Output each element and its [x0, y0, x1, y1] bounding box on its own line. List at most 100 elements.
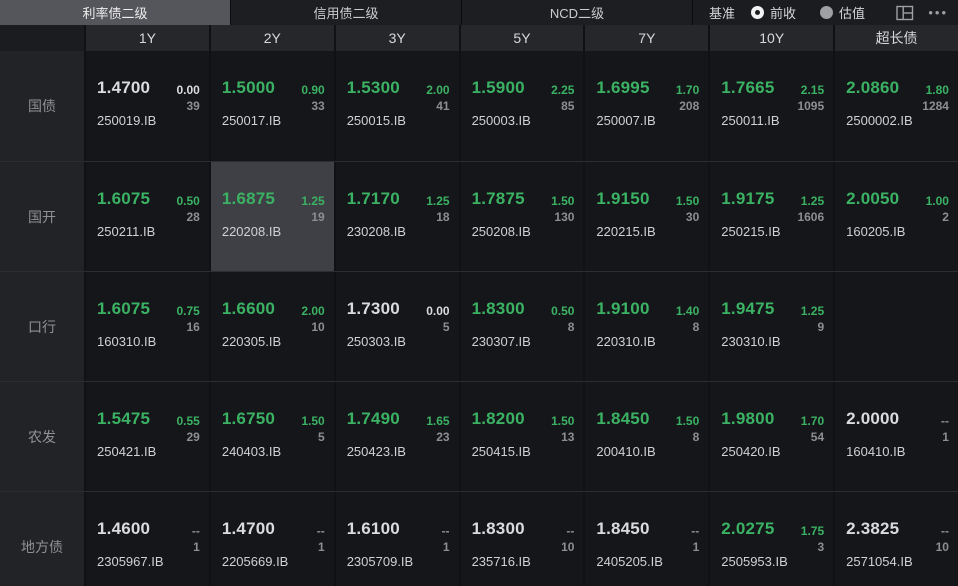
bond-vol: 2: [942, 210, 949, 224]
bond-code: 2500002.IB: [846, 113, 913, 128]
bond-code: 250208.IB: [472, 224, 531, 239]
rates-trading-panel: 利率债二级 信用债二级 NCD二级 基准 前收 估值 ••• 1: [0, 0, 958, 586]
bond-chg: 0.90: [301, 83, 324, 97]
bond-rate: 1.6995: [596, 78, 649, 98]
bond-rate: 1.6750: [222, 409, 275, 429]
bond-vol: 1: [942, 430, 949, 444]
bond-cell[interactable]: 1.71701.2518230208.IB: [334, 162, 459, 271]
tab-ncd-secondary[interactable]: NCD二级: [462, 0, 693, 25]
bond-code: 220215.IB: [596, 224, 655, 239]
bond-code: 250011.IB: [721, 113, 779, 128]
layout-panels-icon[interactable]: [896, 5, 914, 21]
bond-cell[interactable]: 1.53002.0041250015.IB: [334, 51, 459, 161]
bond-cell[interactable]: 1.83000.508230307.IB: [459, 272, 584, 381]
bond-chg: 1.70: [801, 414, 824, 428]
bond-vol: 39: [186, 99, 199, 113]
bond-cell[interactable]: 2.08601.8012842500002.IB: [833, 51, 958, 161]
bond-cell[interactable]: 1.82001.5013250415.IB: [459, 382, 584, 491]
bond-vol: 1: [318, 540, 325, 554]
bond-cell[interactable]: 1.98001.7054250420.IB: [708, 382, 833, 491]
bond-rate: 1.6875: [222, 189, 275, 209]
bond-cell[interactable]: 2.00501.002160205.IB: [833, 162, 958, 271]
radio-prev-close-label: 前收: [770, 3, 796, 22]
bond-cell[interactable]: 1.47000.0039250019.IB: [84, 51, 209, 161]
bond-cell[interactable]: 1.60750.7516160310.IB: [84, 272, 209, 381]
bond-vol: 13: [561, 430, 574, 444]
bond-vol: 10: [561, 540, 574, 554]
bond-cell[interactable]: 2.3825--102571054.IB: [833, 492, 958, 586]
radio-button-icon: [820, 6, 833, 19]
bond-vol: 1: [693, 540, 700, 554]
bond-vol: 8: [693, 430, 700, 444]
bond-code: 2405205.IB: [596, 554, 663, 569]
bond-vol: 18: [436, 210, 449, 224]
bond-chg: 2.00: [426, 83, 449, 97]
bond-cell[interactable]: 1.4700--12205669.IB: [209, 492, 334, 586]
tab-credit-secondary[interactable]: 信用债二级: [231, 0, 462, 25]
bond-chg: --: [566, 524, 574, 538]
bond-cell[interactable]: 1.69951.70208250007.IB: [583, 51, 708, 161]
bond-cell[interactable]: 1.84501.508200410.IB: [583, 382, 708, 491]
bond-rate: 1.8300: [472, 519, 525, 539]
bond-cell[interactable]: 1.74901.6523250423.IB: [334, 382, 459, 491]
bond-chg: 2.25: [551, 83, 574, 97]
bond-cell[interactable]: 1.78751.50130250208.IB: [459, 162, 584, 271]
bond-rate: 1.7300: [347, 299, 400, 319]
bond-cell[interactable]: 1.66002.0010220305.IB: [209, 272, 334, 381]
bond-vol: 130: [554, 210, 574, 224]
bond-cell[interactable]: 1.91751.251606250215.IB: [708, 162, 833, 271]
bond-rate: 1.6075: [97, 189, 150, 209]
bond-rate: 1.9175: [721, 189, 774, 209]
row-label: 农发: [0, 382, 84, 491]
bond-code: 160310.IB: [97, 334, 156, 349]
bond-code: 220305.IB: [222, 334, 281, 349]
bond-chg: --: [192, 524, 200, 538]
bond-code: 2305967.IB: [97, 554, 164, 569]
bond-code: 250303.IB: [347, 334, 406, 349]
bond-cell[interactable]: 2.02751.7532505953.IB: [708, 492, 833, 586]
bond-vol: 85: [561, 99, 574, 113]
bond-chg: 1.25: [801, 194, 824, 208]
bond-cell[interactable]: 1.73000.005250303.IB: [334, 272, 459, 381]
bond-cell[interactable]: 1.50000.9033250017.IB: [209, 51, 334, 161]
bond-cell[interactable]: 1.59002.2585250003.IB: [459, 51, 584, 161]
bond-cell[interactable]: 1.68751.2519220208.IB: [209, 162, 334, 271]
bond-cell[interactable]: 1.76652.151095250011.IB: [708, 51, 833, 161]
bond-cell[interactable]: 1.8450--12405205.IB: [583, 492, 708, 586]
bond-rate: 1.5300: [347, 78, 400, 98]
bond-vol: 3: [817, 540, 824, 554]
bond-cell[interactable]: 1.6100--12305709.IB: [334, 492, 459, 586]
bond-cell[interactable]: 1.60750.5028250211.IB: [84, 162, 209, 271]
bond-rate: 1.5000: [222, 78, 275, 98]
bond-cell[interactable]: 1.4600--12305967.IB: [84, 492, 209, 586]
bond-cell[interactable]: 2.0000--1160410.IB: [833, 382, 958, 491]
more-icon[interactable]: •••: [928, 6, 948, 19]
bond-code: 2205669.IB: [222, 554, 289, 569]
bond-vol: 10: [311, 320, 324, 334]
bond-cell[interactable]: 1.54750.5529250421.IB: [84, 382, 209, 491]
bond-chg: 1.50: [676, 414, 699, 428]
bond-cell[interactable]: 1.91001.408220310.IB: [583, 272, 708, 381]
radio-valuation[interactable]: 估值: [820, 3, 865, 22]
bond-chg: 0.00: [176, 83, 199, 97]
bond-cell[interactable]: 1.67501.505240403.IB: [209, 382, 334, 491]
bond-code: 160410.IB: [846, 444, 905, 459]
benchmark-controls: 基准 前收 估值 •••: [693, 0, 958, 25]
bond-rate: 1.7490: [347, 409, 400, 429]
bond-cell[interactable]: 1.94751.259230310.IB: [708, 272, 833, 381]
bond-vol: 16: [186, 320, 199, 334]
bond-rate: 1.9150: [596, 189, 649, 209]
bond-cell[interactable]: 1.91501.5030220215.IB: [583, 162, 708, 271]
column-header-5: 10Y: [708, 25, 833, 51]
bond-rate: 1.9100: [596, 299, 649, 319]
column-header-0: 1Y: [84, 25, 209, 51]
bond-vol: 1095: [797, 99, 824, 113]
bond-rate: 2.0860: [846, 78, 899, 98]
tab-rates-secondary[interactable]: 利率债二级: [0, 0, 231, 25]
bond-chg: 0.00: [426, 304, 449, 318]
radio-prev-close[interactable]: 前收: [751, 3, 796, 22]
bond-chg: 0.55: [176, 414, 199, 428]
bond-chg: 1.50: [551, 194, 574, 208]
bond-vol: 9: [817, 320, 824, 334]
bond-cell[interactable]: 1.8300--10235716.IB: [459, 492, 584, 586]
